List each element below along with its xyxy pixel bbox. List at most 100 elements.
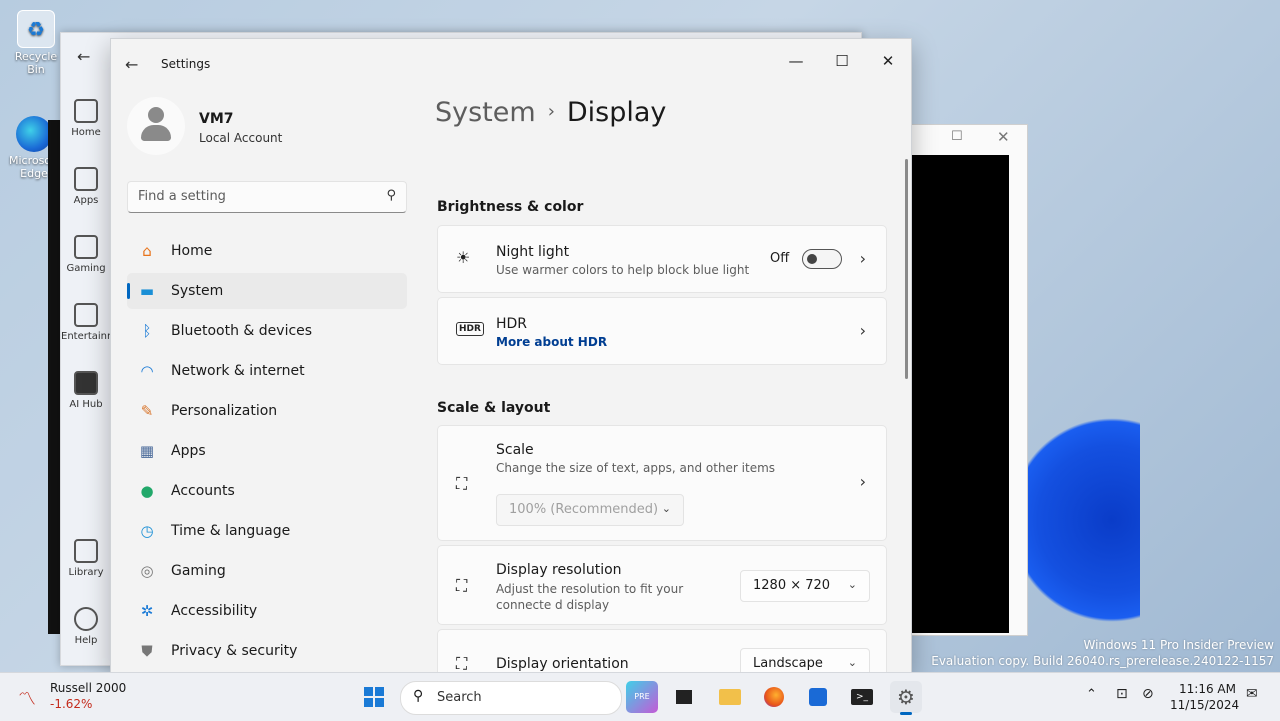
sidebar-item-apps[interactable]: ▦ Apps — [127, 433, 407, 469]
profile-name: VM7 — [199, 111, 234, 127]
start-button[interactable] — [358, 681, 390, 713]
edge-icon — [16, 116, 52, 152]
display-orientation-card: ⛶ Display orientation Landscape ⌄ — [437, 629, 887, 673]
hdr-title: HDR — [496, 316, 528, 332]
chevron-right-icon: › — [859, 321, 866, 340]
chevron-down-icon: ⌄ — [847, 656, 857, 669]
chevron-down-icon: ⌄ — [661, 502, 671, 515]
sidebar-item-network-internet[interactable]: ◠ Network & internet — [127, 353, 407, 389]
library-icon — [74, 539, 98, 563]
settings-app-icon[interactable]: ⚙ — [890, 681, 922, 715]
hdr-learn-more-link[interactable]: More about HDR — [496, 335, 607, 349]
file-explorer-icon[interactable] — [714, 681, 746, 713]
night-light-card[interactable]: ☀ Night light Use warmer colors to help … — [437, 225, 887, 293]
sidebar-item-gaming[interactable]: ◎ Gaming — [127, 553, 407, 589]
breadcrumb: System › Display — [435, 97, 666, 128]
recycle-bin-icon: ♻ — [17, 10, 55, 48]
taskbar-search[interactable]: ⚲ Search — [400, 681, 622, 715]
night-light-toggle[interactable] — [802, 249, 842, 269]
sidebar-item-home[interactable]: ⌂ Home — [127, 233, 407, 269]
maximize-icon[interactable]: ☐ — [951, 129, 963, 144]
back-arrow-icon[interactable]: ← — [125, 55, 138, 74]
sidebar-item-privacy-security[interactable]: ⛊ Privacy & security — [127, 633, 407, 669]
orientation-icon: ⛶ — [456, 654, 468, 673]
home-icon — [74, 99, 98, 123]
sidebar-item-accounts[interactable]: ● Accounts — [127, 473, 407, 509]
sidebar-item-label: Home — [171, 243, 213, 259]
sidebar-item-label: Time & language — [171, 523, 291, 539]
breadcrumb-parent[interactable]: System — [435, 97, 536, 128]
store-icon[interactable] — [802, 681, 834, 713]
display-resolution-card: ⛶ Display resolution Adjust the resoluti… — [437, 545, 887, 625]
sidebar-item-time-language[interactable]: ◷ Time & language — [127, 513, 407, 549]
sidebar-nav: ⌂ Home ▬ System ᛒ Bluetooth & devices ◠ Network… — [127, 233, 407, 673]
back-nav-gaming[interactable]: Gaming — [61, 235, 111, 297]
task-view-icon[interactable] — [668, 681, 700, 713]
sidebar-item-accessibility[interactable]: ✲ Accessibility — [127, 593, 407, 629]
back-nav-library[interactable]: Library — [61, 539, 111, 601]
watermark-line2: Evaluation copy. Build 26040.rs_prerelea… — [931, 654, 1274, 668]
apps-icon — [74, 167, 98, 191]
wifi-icon: ◠ — [140, 362, 154, 380]
close-button[interactable]: ✕ — [865, 45, 911, 77]
back-nav-ai-hub[interactable]: AI Hub — [61, 371, 111, 433]
network-icon[interactable]: ⊡ — [1116, 686, 1128, 702]
system-icon: ▬ — [139, 282, 155, 300]
apps-icon: ▦ — [139, 442, 155, 460]
scrollbar-thumb[interactable] — [905, 159, 908, 379]
copilot-icon[interactable]: PRE — [626, 681, 658, 713]
back-nav-help[interactable]: Help — [61, 607, 111, 669]
minimize-button[interactable]: — — [773, 45, 819, 77]
resolution-icon: ⛶ — [456, 576, 468, 595]
firefox-icon[interactable] — [758, 681, 790, 713]
back-arrow-icon[interactable]: ← — [77, 47, 90, 66]
sidebar-item-system[interactable]: ▬ System — [127, 273, 407, 309]
sidebar-item-personalization[interactable]: ✎ Personalization — [127, 393, 407, 429]
windows-logo-icon — [364, 687, 384, 707]
notifications-icon[interactable]: ✉ — [1246, 686, 1258, 702]
chevron-right-icon: › — [859, 472, 866, 491]
stock-trend-icon: 〽 — [18, 689, 36, 710]
volume-muted-icon[interactable]: ⊘ — [1142, 686, 1154, 702]
search-placeholder: Find a setting — [138, 189, 226, 204]
sidebar-item-label: System — [171, 283, 224, 299]
scale-title: Scale — [496, 442, 534, 458]
close-icon[interactable]: ✕ — [997, 128, 1010, 146]
hdr-icon: HDR — [456, 322, 484, 336]
search-icon: ⚲ — [413, 688, 424, 704]
back-nav-home[interactable]: Home — [61, 99, 111, 161]
background-terminal-window[interactable]: ☐ ✕ — [906, 124, 1028, 636]
windows-watermark: Windows 11 Pro Insider Preview Evaluatio… — [931, 637, 1274, 669]
orientation-dropdown[interactable]: Landscape ⌄ — [740, 648, 870, 673]
stock-name: Russell 2000 — [50, 681, 127, 695]
shield-icon: ⛊ — [141, 642, 153, 660]
night-light-state: Off — [770, 251, 790, 266]
background-app-nav-bottom: Library Help — [61, 533, 111, 669]
hdr-card[interactable]: HDR HDR More about HDR › — [437, 297, 887, 365]
terminal-icon[interactable]: >_ — [846, 681, 878, 713]
scale-dropdown: 100% (Recommended) ⌄ — [496, 494, 684, 526]
sidebar-item-label: Accounts — [171, 483, 235, 499]
clock[interactable]: 11:16 AM 11/15/2024 — [1170, 681, 1239, 713]
back-nav-apps[interactable]: Apps — [61, 167, 111, 229]
scale-card[interactable]: ⛶ Scale Change the size of text, apps, a… — [437, 425, 887, 541]
resolution-title: Display resolution — [496, 562, 622, 578]
gaming-icon — [74, 235, 98, 259]
profile-account-type: Local Account — [199, 131, 283, 145]
scale-icon: ⛶ — [456, 474, 468, 493]
desktop-icon-recycle-bin[interactable]: ♻ Recycle Bin — [6, 10, 66, 76]
help-icon — [74, 607, 98, 631]
scale-value: 100% (Recommended) — [509, 502, 659, 517]
sidebar-item-bluetooth-devices[interactable]: ᛒ Bluetooth & devices — [127, 313, 407, 349]
maximize-button[interactable]: ☐ — [819, 45, 865, 77]
resolution-subtitle: Adjust the resolution to fit your connec… — [496, 582, 684, 612]
search-input[interactable]: Find a setting ⚲ — [127, 181, 407, 213]
resolution-dropdown[interactable]: 1280 × 720 ⌄ — [740, 570, 870, 602]
stock-change: -1.62% — [50, 697, 93, 711]
watermark-line1: Windows 11 Pro Insider Preview — [1083, 638, 1274, 652]
section-heading-scale-layout: Scale & layout — [437, 400, 551, 416]
back-nav-entertainment[interactable]: Entertainment — [61, 303, 133, 365]
show-hidden-icons-button[interactable]: ⌃ — [1086, 687, 1097, 702]
ai-hub-icon — [74, 371, 98, 395]
sidebar-item-label: Gaming — [171, 563, 226, 579]
